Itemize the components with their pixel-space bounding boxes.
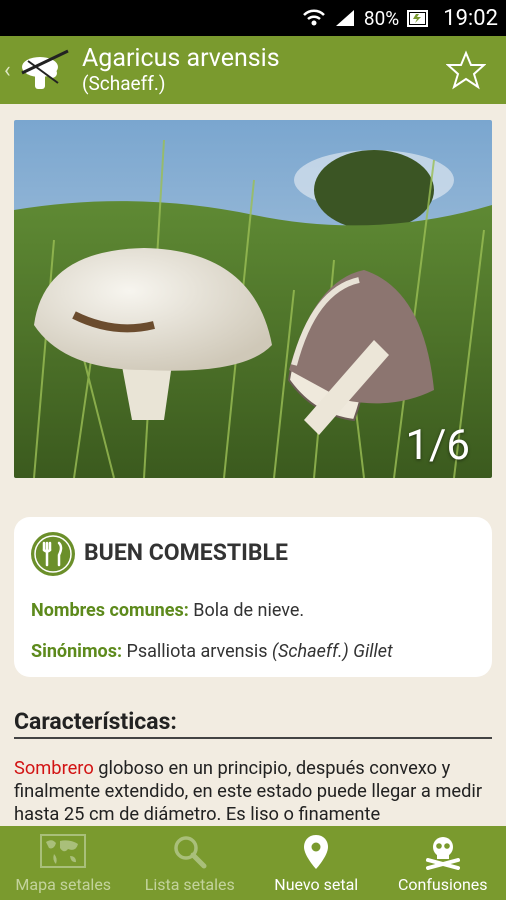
- common-names-value: Bola de nieve.: [188, 600, 305, 621]
- status-bar: 80% 19:02: [0, 0, 506, 36]
- nav-mapa-setales[interactable]: Mapa setales: [0, 826, 127, 900]
- photo-counter: 1/6: [405, 421, 470, 470]
- signal-icon: [334, 8, 356, 28]
- action-bar: ‹ Agaricus arvensis (Schaeff.): [0, 36, 506, 104]
- edibility-label: BUEN COMESTIBLE: [84, 539, 288, 566]
- map-icon: [40, 834, 87, 868]
- synonyms-author-2: Gillet: [348, 641, 393, 662]
- common-names-row: Nombres comunes: Bola de nieve.: [31, 600, 304, 621]
- nav-lista-setales[interactable]: Lista setales: [127, 826, 254, 900]
- nav-confusiones[interactable]: Confusiones: [380, 826, 506, 900]
- cap-term: Sombrero: [14, 758, 94, 779]
- nav-label: Confusiones: [397, 875, 488, 894]
- info-card: BUEN COMESTIBLE Nombres comunes: Bola de…: [14, 517, 492, 677]
- synonyms-label: Sinónimos:: [31, 641, 123, 662]
- battery-icon: [407, 8, 429, 28]
- nav-label: Lista setales: [144, 875, 235, 894]
- mushroom-photo[interactable]: 1/6: [14, 120, 492, 478]
- bottom-navigation: Mapa setales Lista setales Nuevo setal C…: [0, 826, 506, 900]
- skull-icon: [425, 837, 460, 870]
- fork-knife-icon: [30, 531, 76, 577]
- location-pin-icon: [304, 835, 329, 869]
- app-logo[interactable]: [18, 43, 72, 97]
- back-icon[interactable]: ‹: [4, 58, 16, 83]
- species-author: (Schaeff.): [82, 72, 166, 95]
- nav-label: Nuevo setal: [274, 875, 359, 894]
- species-title: Agaricus arvensis: [82, 44, 280, 73]
- favorite-star-icon[interactable]: [445, 50, 487, 90]
- characteristics-heading: Características:: [14, 708, 492, 739]
- search-icon: [174, 836, 207, 869]
- synonyms-value: Psalliota arvensis: [122, 641, 273, 662]
- clock: 19:02: [443, 5, 498, 31]
- battery-percent: 80%: [363, 6, 400, 30]
- characteristics-text: Sombrero globoso en un principio, despué…: [14, 757, 494, 826]
- common-names-label: Nombres comunes:: [31, 600, 189, 621]
- nav-label: Mapa setales: [15, 875, 112, 894]
- wifi-icon: [302, 8, 326, 28]
- synonyms-row: Sinónimos: Psalliota arvensis (Schaeff.)…: [31, 641, 393, 662]
- synonyms-author: (Schaeff.): [272, 641, 349, 662]
- nav-nuevo-setal[interactable]: Nuevo setal: [253, 826, 380, 900]
